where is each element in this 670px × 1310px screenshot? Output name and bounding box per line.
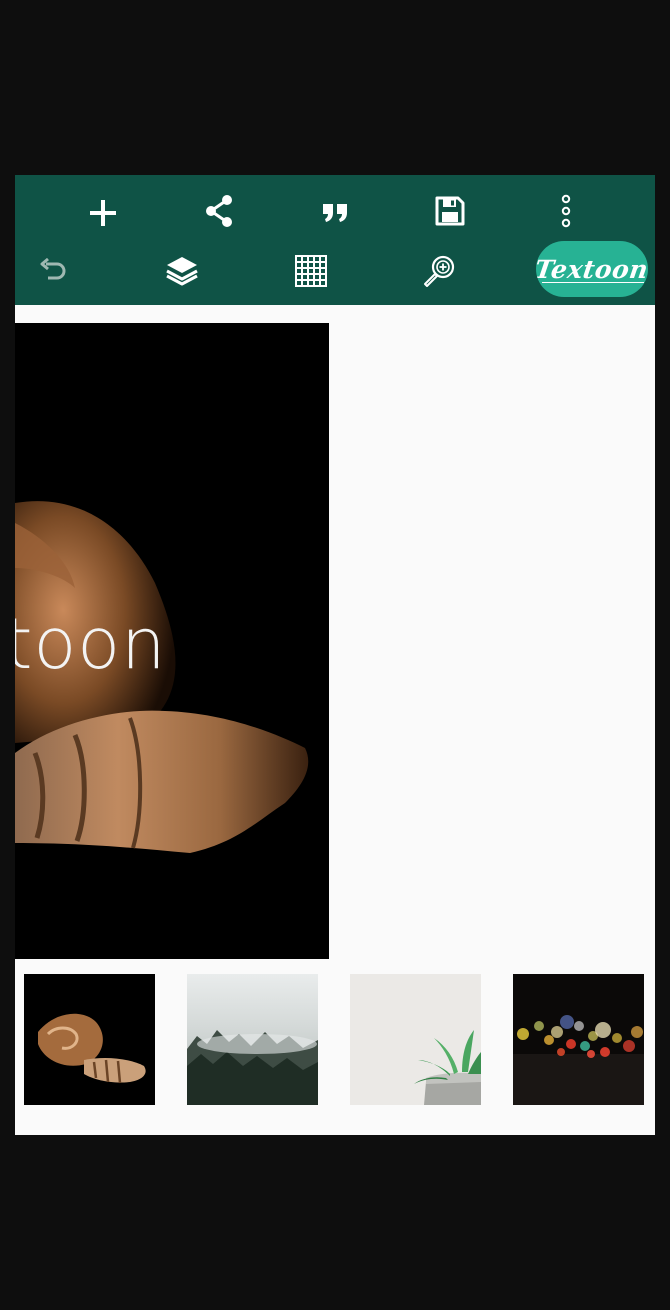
undo-button[interactable] bbox=[33, 251, 73, 291]
succulent-image bbox=[350, 974, 481, 1105]
background-thumbnails bbox=[15, 973, 655, 1105]
layers-icon bbox=[166, 257, 198, 286]
thumbnail-seashell[interactable] bbox=[24, 974, 155, 1105]
forest-image bbox=[187, 974, 318, 1105]
share-icon bbox=[206, 195, 232, 227]
quote-button[interactable] bbox=[315, 193, 355, 233]
grid-icon bbox=[295, 255, 327, 287]
quote-icon bbox=[323, 204, 347, 222]
undo-icon bbox=[40, 258, 66, 280]
seashell-image bbox=[24, 974, 155, 1105]
more-button[interactable] bbox=[546, 191, 586, 231]
floppy-disk-icon bbox=[435, 196, 465, 226]
grid-button[interactable] bbox=[291, 251, 331, 291]
more-vertical-icon bbox=[561, 194, 571, 228]
editor-app: Textoon toon bbox=[15, 175, 655, 1135]
thumbnail-bokeh-lights[interactable] bbox=[513, 974, 644, 1105]
thumbnail-succulent[interactable] bbox=[350, 974, 481, 1105]
zoom-button[interactable] bbox=[419, 251, 459, 291]
bokeh-image bbox=[513, 974, 644, 1105]
share-button[interactable] bbox=[199, 191, 239, 231]
toolbar: Textoon bbox=[15, 175, 655, 305]
plus-icon bbox=[90, 200, 116, 226]
brand-label: Textoon bbox=[536, 254, 648, 284]
canvas-text-layer[interactable]: toon bbox=[15, 603, 166, 685]
save-button[interactable] bbox=[430, 191, 470, 231]
add-button[interactable] bbox=[83, 193, 123, 233]
layers-button[interactable] bbox=[162, 251, 202, 291]
editing-canvas[interactable]: toon bbox=[15, 323, 329, 959]
thumbnail-misty-forest[interactable] bbox=[187, 974, 318, 1105]
textoon-logo-button[interactable]: Textoon bbox=[536, 241, 648, 297]
zoom-in-icon bbox=[424, 255, 455, 287]
brand-underline bbox=[542, 281, 644, 283]
